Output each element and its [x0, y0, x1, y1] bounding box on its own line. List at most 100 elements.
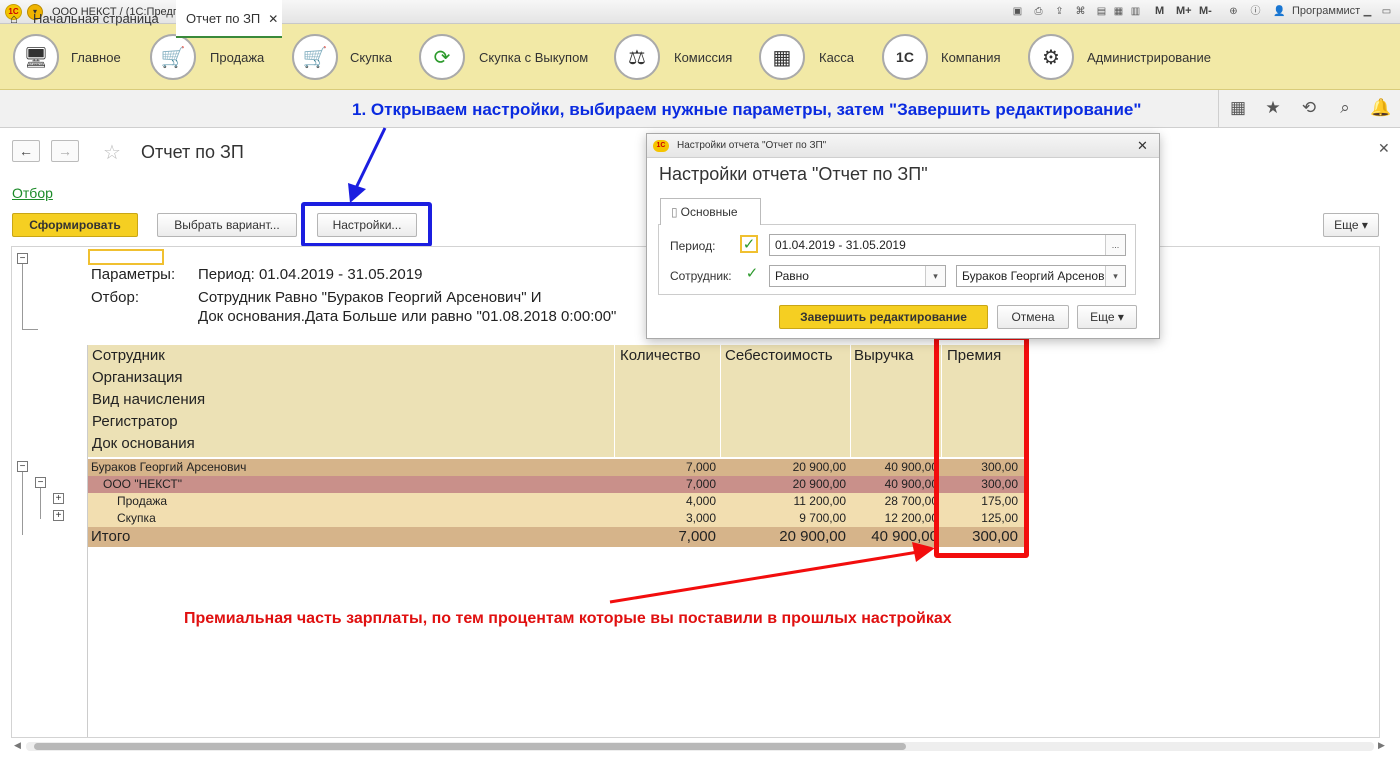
1c-logo-icon: 1С — [882, 34, 928, 80]
more-button[interactable]: Еще ▾ — [1323, 213, 1379, 237]
register-icon: ▦ — [759, 34, 805, 80]
header-revenue: Выручка — [854, 347, 914, 364]
row-qty: 7,000 — [685, 477, 716, 491]
cancel-button[interactable]: Отмена — [997, 305, 1069, 329]
col-divider — [850, 345, 851, 457]
section-company[interactable]: 1С Компания — [882, 34, 1002, 80]
employee-checkbox[interactable]: ✓ — [743, 266, 761, 284]
link-icon[interactable]: ⌘ — [1073, 4, 1088, 19]
search-icon[interactable]: ⌕ — [1335, 98, 1355, 118]
chevron-down-icon[interactable]: ▾ — [1105, 266, 1125, 286]
history-icon[interactable]: ⟲ — [1299, 98, 1319, 118]
zoom-icon[interactable]: ⊕ — [1226, 4, 1241, 19]
collapse-params-icon[interactable]: − — [17, 253, 28, 264]
dialog-panel: Период: ✓ 01.04.2019 - 31.05.2019... Сот… — [658, 224, 1136, 295]
blue-arrow — [348, 127, 387, 203]
info-icon[interactable]: ⓘ — [1248, 4, 1263, 19]
section-buyup-redeem[interactable]: ⟳ Скупка с Выкупом — [419, 34, 594, 80]
home-icon[interactable]: ⌂ — [10, 0, 18, 38]
forward-button[interactable]: → — [51, 140, 79, 162]
filter-link[interactable]: Отбор — [12, 185, 53, 201]
expand-sales-icon[interactable]: + — [53, 493, 64, 504]
row-name: Продажа — [117, 494, 168, 508]
params-label: Параметры: — [91, 266, 176, 283]
period-label: Период: — [670, 239, 716, 253]
scroll-right-icon[interactable]: ▶ — [1378, 740, 1385, 751]
collapse-org-icon[interactable]: − — [35, 477, 46, 488]
scroll-thumb[interactable] — [34, 743, 906, 750]
row-rev: 12 200,00 — [884, 511, 938, 525]
1c-logo-icon: 1С — [653, 140, 669, 152]
memory-add-button[interactable]: M+ — [1176, 5, 1192, 17]
filter-label: Отбор: — [91, 289, 139, 306]
row-rev: 28 700,00 — [884, 494, 938, 508]
section-buyup[interactable]: 🛒 Скупка — [292, 34, 402, 80]
filter-value-1: Сотрудник Равно "Бураков Георгий Арсенов… — [198, 289, 542, 306]
page-icon: ▯ — [671, 205, 678, 219]
finish-editing-button[interactable]: Завершить редактирование — [779, 305, 988, 329]
bell-icon[interactable]: 🔔 — [1370, 98, 1391, 118]
grid-menu-icon[interactable]: ▦ — [1228, 98, 1248, 118]
calendar-icon[interactable]: ▥ — [1128, 4, 1143, 19]
collapse-employee-icon[interactable]: − — [17, 461, 28, 472]
divider — [1218, 90, 1219, 128]
section-commission[interactable]: ⚖ Комиссия — [614, 34, 734, 80]
row-qty: 7,000 — [685, 460, 716, 474]
group-line — [22, 472, 23, 535]
tab-home[interactable]: Начальная страница — [33, 0, 159, 38]
scroll-left-icon[interactable]: ◀ — [14, 740, 21, 751]
compare-icon[interactable]: ▤ — [1094, 4, 1109, 19]
section-main[interactable]: 🖥 Главное — [13, 34, 133, 80]
report-header: Сотрудник Организация Вид начисления Рег… — [88, 345, 1024, 457]
row-qty: 4,000 — [685, 494, 716, 508]
print-icon[interactable]: ⎙ — [1031, 4, 1046, 19]
tab-main[interactable]: ▯ Основные — [660, 198, 761, 225]
minimize-icon[interactable]: ▁ — [1360, 4, 1375, 19]
chevron-down-icon[interactable]: ▾ — [925, 266, 945, 286]
user-name[interactable]: Программист — [1292, 5, 1360, 17]
col-divider — [720, 345, 721, 457]
table-row[interactable]: ООО "НЕКСТ" 7,000 20 900,00 40 900,00 30… — [88, 476, 1024, 493]
section-sales[interactable]: 🛒 Продажа — [150, 34, 270, 80]
table-row[interactable]: Скупка 3,000 9 700,00 12 200,00 125,00 — [88, 510, 1024, 527]
section-admin[interactable]: ⚙ Администрирование — [1028, 34, 1218, 80]
dialog-window-title: Настройки отчета "Отчет по ЗП" — [677, 140, 827, 151]
selected-cell[interactable] — [88, 249, 164, 265]
memory-sub-button[interactable]: M- — [1199, 5, 1212, 17]
favorite-star-icon[interactable]: ☆ — [103, 140, 121, 165]
period-field[interactable]: 01.04.2019 - 31.05.2019... — [769, 234, 1126, 256]
section-cash[interactable]: ▦ Касса — [759, 34, 859, 80]
row-qty: 3,000 — [685, 511, 716, 525]
calculator-icon[interactable]: ▦ — [1111, 4, 1126, 19]
memory-button[interactable]: M — [1155, 5, 1164, 17]
back-button[interactable]: ← — [12, 140, 40, 162]
close-icon[interactable]: ✕ — [1137, 134, 1148, 158]
generate-button[interactable]: Сформировать — [12, 213, 138, 237]
group-line — [22, 329, 38, 330]
page-title: Отчет по ЗП — [141, 142, 244, 162]
row-name: Скупка — [117, 511, 156, 525]
compare-select[interactable]: Равно ▾ — [769, 265, 946, 287]
dialog-more-button[interactable]: Еще ▾ — [1077, 305, 1137, 329]
restore-icon[interactable]: ▭ — [1379, 4, 1394, 19]
horizontal-scrollbar[interactable] — [26, 742, 1374, 751]
favorites-icon[interactable]: ★ — [1263, 98, 1283, 118]
choose-variant-button[interactable]: Выбрать вариант... — [157, 213, 297, 237]
user-icon[interactable]: 👤 — [1272, 4, 1287, 19]
scales-icon: ⚖ — [614, 34, 660, 80]
params-value: Период: 01.04.2019 - 31.05.2019 — [198, 266, 423, 283]
annotation-bonus: Премиальная часть зарплаты, по тем проце… — [184, 610, 952, 627]
period-checkbox[interactable]: ✓ — [740, 235, 758, 253]
table-row[interactable]: Продажа 4,000 11 200,00 28 700,00 175,00 — [88, 493, 1024, 510]
settings-dialog: 1С Настройки отчета "Отчет по ЗП" ✕ Наст… — [646, 133, 1160, 339]
red-arrow — [609, 542, 935, 604]
employee-select[interactable]: Бураков Георгий Арсенович ▾ — [956, 265, 1126, 287]
table-row[interactable]: Бураков Георгий Арсенович 7,000 20 900,0… — [88, 459, 1024, 476]
upload-icon[interactable]: ⇪ — [1052, 4, 1067, 19]
expand-buyup-icon[interactable]: + — [53, 510, 64, 521]
tab-report[interactable]: Отчет по ЗП ✕ — [176, 0, 282, 38]
save-icon[interactable]: ▣ — [1010, 4, 1025, 19]
close-tab-icon[interactable]: ✕ — [268, 12, 278, 26]
close-icon[interactable]: ✕ — [1378, 140, 1390, 157]
ellipsis-icon[interactable]: ... — [1105, 235, 1125, 255]
